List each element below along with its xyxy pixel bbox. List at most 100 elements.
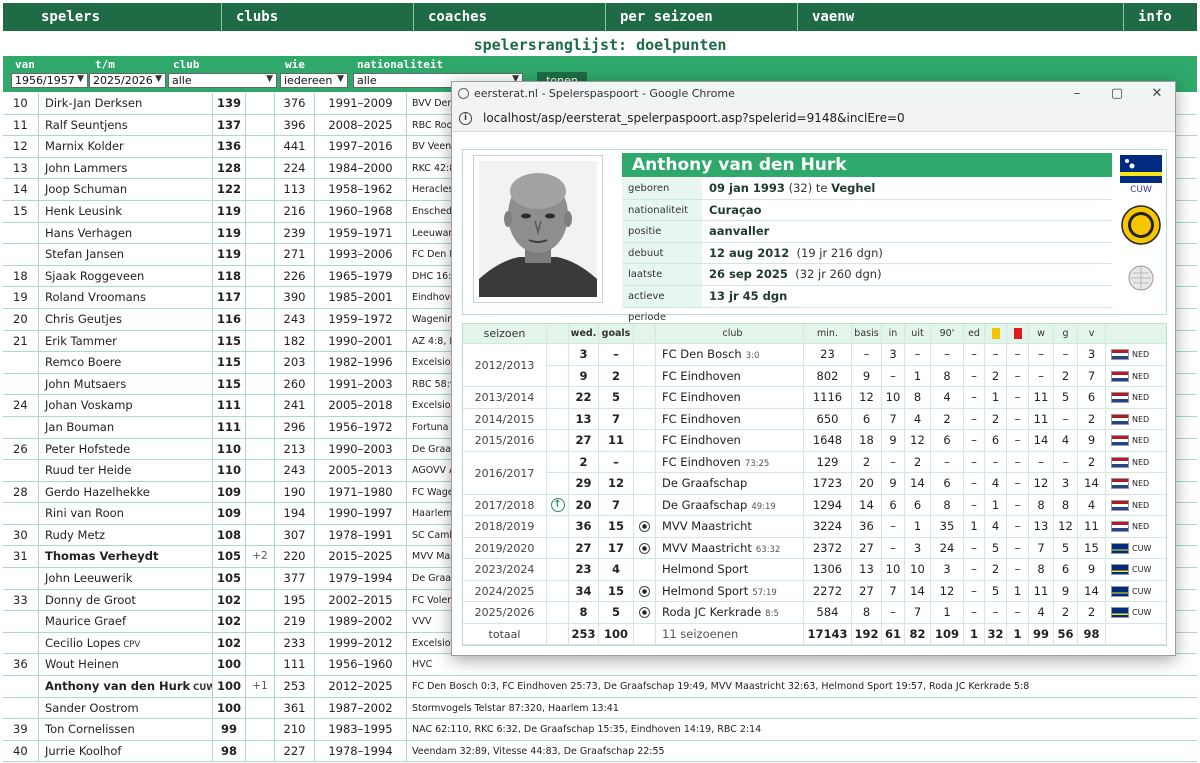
club-cell[interactable]: FC Den Bosch 3:0 bbox=[656, 344, 804, 365]
header-uit[interactable]: uit bbox=[905, 324, 931, 343]
club-name[interactable]: De Graafschap bbox=[662, 476, 747, 490]
player-name-link[interactable]: Henk Leusink bbox=[39, 200, 213, 223]
nav-per-seizoen[interactable]: per seizoen bbox=[605, 3, 797, 31]
goals-delta-cell bbox=[246, 568, 275, 590]
tm-select[interactable]: 2025/2026 ▼ bbox=[89, 73, 166, 88]
wikipedia-globe-icon[interactable] bbox=[1128, 265, 1154, 291]
player-name-link[interactable]: Dirk-Jan Derksen bbox=[39, 93, 213, 115]
player-name-link[interactable]: Sander Oostrom bbox=[39, 697, 213, 720]
club-cell[interactable]: Roda JC Kerkrade 8:5 bbox=[656, 602, 804, 623]
player-name-link[interactable]: John Lammers bbox=[39, 157, 213, 180]
player-name-link[interactable]: Rudy Metz bbox=[39, 524, 213, 547]
header-club[interactable]: club bbox=[656, 324, 804, 343]
header-v[interactable]: v bbox=[1078, 324, 1106, 343]
club-name[interactable]: FC Eindhoven bbox=[662, 433, 741, 447]
close-icon[interactable]: ✕ bbox=[1147, 82, 1167, 105]
club-name[interactable]: De Graafschap bbox=[662, 498, 747, 512]
player-name-link[interactable]: Jan Bouman bbox=[39, 416, 213, 439]
player-name-link[interactable]: Ralf Seuntjens bbox=[39, 114, 213, 137]
header-basis[interactable]: basis bbox=[852, 324, 882, 343]
club-name[interactable]: Helmond Sport bbox=[662, 584, 748, 598]
club-cell[interactable]: FC Eindhoven bbox=[656, 365, 804, 386]
club-name[interactable]: MVV Maastricht bbox=[662, 519, 752, 533]
club-cell[interactable]: FC Eindhoven bbox=[656, 408, 804, 429]
club-name[interactable]: FC Eindhoven bbox=[662, 369, 741, 383]
club-cell[interactable]: Helmond Sport 57:19 bbox=[656, 580, 804, 601]
url-text[interactable]: localhost/asp/eersterat_spelerpaspoort.a… bbox=[483, 111, 905, 125]
club-cell[interactable]: FC Eindhoven bbox=[656, 430, 804, 451]
club-cell[interactable]: MVV Maastricht 63:32 bbox=[656, 537, 804, 558]
header-min[interactable]: min. bbox=[804, 324, 852, 343]
club-cell[interactable]: Helmond Sport bbox=[656, 559, 804, 580]
player-name-link[interactable]: Rini van Roon bbox=[39, 503, 213, 525]
player-name-link[interactable]: Ruud ter Heide bbox=[39, 460, 213, 482]
player-name-link[interactable]: Donny de Groot bbox=[39, 589, 213, 612]
club-select[interactable]: alle ▼ bbox=[168, 73, 277, 88]
header-in[interactable]: in bbox=[882, 324, 905, 343]
n90-cell: 8 bbox=[931, 365, 964, 386]
birthplace-link[interactable]: Veghel bbox=[831, 181, 875, 195]
club-name[interactable]: Roda JC Kerkrade bbox=[662, 605, 761, 619]
player-name-link[interactable]: Erik Tammer bbox=[39, 330, 213, 353]
player-name-link[interactable]: Thomas Verheydt bbox=[39, 546, 213, 569]
ranking-row[interactable]: 36 Wout Heinen 100 111 1956–1960 HVC bbox=[3, 654, 1197, 677]
club-cell[interactable]: FC Eindhoven 73:25 bbox=[656, 451, 804, 472]
player-name-link[interactable]: Gerdo Hazelhekke bbox=[39, 481, 213, 504]
goals-cell: 136 bbox=[213, 136, 246, 158]
van-select[interactable]: 1956/1957 ▼ bbox=[11, 73, 88, 88]
wie-select[interactable]: iedereen ▼ bbox=[280, 73, 348, 88]
player-name-link[interactable]: Remco Boere bbox=[39, 352, 213, 374]
club-cell[interactable]: De Graafschap 49:19 bbox=[656, 494, 804, 515]
player-name-link[interactable]: Maurice Graef bbox=[39, 611, 213, 633]
header-ed[interactable]: ed bbox=[964, 324, 985, 343]
maximize-icon[interactable]: ▢ bbox=[1107, 82, 1127, 105]
goals-delta-cell bbox=[246, 632, 275, 655]
club-cell[interactable]: MVV Maastricht bbox=[656, 516, 804, 537]
player-name-link[interactable]: Jurrie Koolhof bbox=[39, 740, 213, 763]
player-name-link[interactable]: Joop Schuman bbox=[39, 179, 213, 201]
header-goals[interactable]: goals bbox=[599, 324, 634, 343]
club-name[interactable]: FC Eindhoven bbox=[662, 390, 741, 404]
header-g[interactable]: g bbox=[1054, 324, 1078, 343]
player-name-link[interactable]: Chris Geutjes bbox=[39, 308, 213, 331]
nav-coaches[interactable]: coaches bbox=[413, 3, 605, 31]
club-name[interactable]: FC Eindhoven bbox=[662, 412, 741, 426]
nav-vaenw[interactable]: vaenw bbox=[797, 3, 1123, 31]
club-cell[interactable]: De Graafschap bbox=[656, 473, 804, 494]
header-season[interactable]: seizoen bbox=[463, 324, 547, 343]
info-icon[interactable]: i bbox=[459, 112, 472, 125]
ranking-row[interactable]: Sander Oostrom 100 361 1987–2002 Stormvogels… bbox=[3, 697, 1197, 720]
player-name-link[interactable]: Wout Heinen bbox=[39, 654, 213, 677]
goals-cell: 4 bbox=[599, 559, 634, 580]
player-name-link[interactable]: Roland Vroomans bbox=[39, 287, 213, 309]
player-name-link[interactable]: John Leeuwerik bbox=[39, 568, 213, 590]
club-name[interactable]: FC Eindhoven bbox=[662, 455, 741, 469]
header-wed[interactable]: wed. bbox=[569, 324, 599, 343]
club-name[interactable]: FC Den Bosch bbox=[662, 347, 742, 361]
nav-spelers[interactable]: spelers bbox=[27, 3, 221, 31]
club-cell[interactable]: FC Eindhoven bbox=[656, 387, 804, 408]
nav-clubs[interactable]: clubs bbox=[221, 3, 413, 31]
ranking-row[interactable]: 40 Jurrie Koolhof 98 227 1978–1994 Veendam 32… bbox=[3, 740, 1197, 763]
minimize-icon[interactable]: – bbox=[1067, 82, 1087, 105]
player-name-link[interactable]: Marnix Kolder bbox=[39, 136, 213, 158]
player-name-link[interactable]: Ton Cornelissen bbox=[39, 719, 213, 741]
club-name[interactable]: Helmond Sport bbox=[662, 562, 748, 576]
header-w[interactable]: w bbox=[1029, 324, 1054, 343]
address-bar[interactable]: i localhost/asp/eersterat_spelerpaspoort… bbox=[452, 105, 1175, 132]
ranking-row[interactable]: 39 Ton Cornelissen 99 210 1983–1995 NAC 62:11… bbox=[3, 719, 1197, 741]
header-n90[interactable]: 90' bbox=[931, 324, 964, 343]
club-name[interactable]: MVV Maastricht bbox=[662, 541, 752, 555]
rank-cell bbox=[3, 697, 39, 720]
player-name-link[interactable]: Sjaak Roggeveen bbox=[39, 265, 213, 288]
player-name-link[interactable]: Hans Verhagen bbox=[39, 222, 213, 245]
player-name-link[interactable]: Peter Hofstede bbox=[39, 438, 213, 461]
player-name-link[interactable]: Anthony van den HurkCUW bbox=[39, 676, 213, 698]
player-name-link[interactable]: Johan Voskamp bbox=[39, 395, 213, 417]
player-name-link[interactable]: Stefan Jansen bbox=[39, 244, 213, 266]
player-name-link[interactable]: Cecilio Lopes CPV bbox=[39, 632, 213, 655]
player-name-link[interactable]: John Mutsaers bbox=[39, 373, 213, 396]
nav-info[interactable]: info bbox=[1123, 3, 1197, 31]
season-row: 2018/2019 36 15 MVV Maastricht 3224 36–1 35 1 4–… bbox=[463, 516, 1166, 538]
ranking-row[interactable]: Anthony van den HurkCUW100+12532012–2025… bbox=[3, 676, 1197, 698]
